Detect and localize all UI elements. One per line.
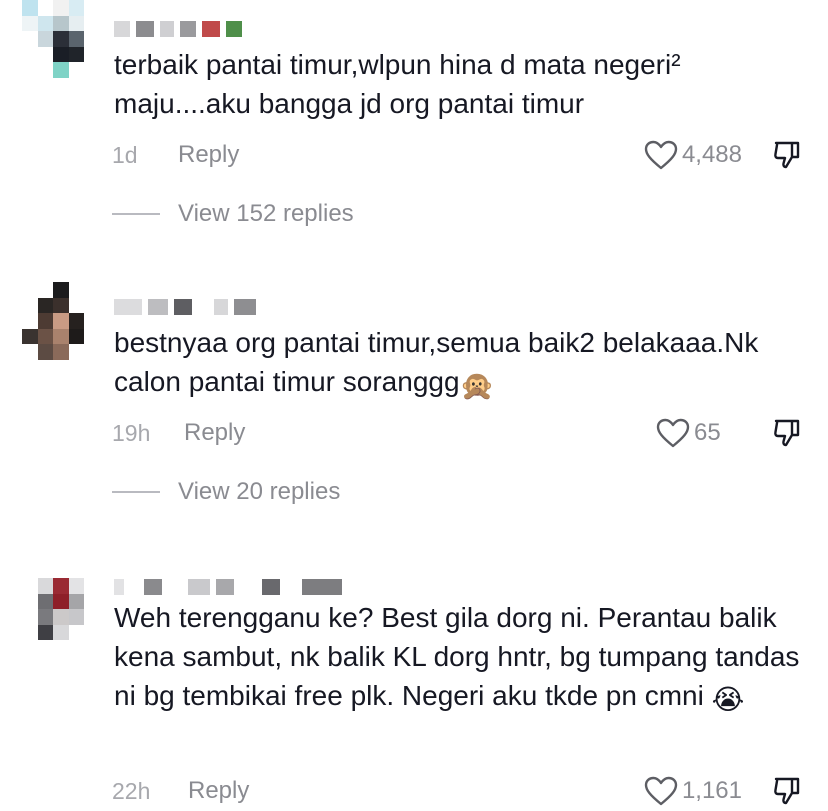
avatar[interactable] [22, 282, 100, 360]
like-controls: 1,161 [644, 776, 802, 806]
comment-meta: 1d Reply 4,488 [112, 137, 802, 173]
dislike-button[interactable] [772, 418, 802, 448]
timestamp: 1d [112, 141, 138, 168]
reply-button[interactable]: Reply [184, 419, 245, 447]
view-replies-button[interactable]: View 152 replies [112, 200, 354, 228]
comment-text: terbaik pantai timur,wlpun hina d mata n… [114, 49, 681, 119]
like-button[interactable]: 1,161 [644, 776, 742, 806]
avatar[interactable] [22, 0, 100, 78]
view-replies-button[interactable]: View 20 replies [112, 478, 340, 506]
divider [112, 213, 160, 215]
view-replies-label: View 20 replies [178, 478, 341, 505]
loudly-crying-face-emoji: 😭 [711, 684, 745, 715]
comment-text: Weh terengganu ke? Best gila dorg ni. Pe… [114, 598, 804, 719]
like-controls: 65 [656, 418, 802, 448]
like-count: 1,161 [681, 777, 742, 804]
thumbs-down-outline-icon [774, 777, 800, 805]
see-no-evil-monkey-emoji: 🙊 [459, 370, 495, 401]
timestamp: 22h [112, 777, 151, 804]
username-redacted[interactable] [114, 298, 256, 316]
heart-outline-icon [644, 140, 678, 170]
like-controls: 4,488 [644, 140, 802, 170]
dislike-button[interactable] [772, 140, 802, 170]
username-redacted[interactable] [114, 20, 242, 38]
reply-button[interactable]: Reply [178, 141, 239, 169]
dislike-button[interactable] [772, 776, 802, 806]
comment-text: bestnyaa org pantai timur,semua baik2 be… [114, 323, 804, 405]
reply-button[interactable]: Reply [188, 777, 249, 805]
timestamp: 19h [112, 419, 151, 446]
comment-meta: 19h Reply 65 [112, 415, 802, 451]
username-redacted[interactable] [114, 578, 342, 596]
heart-outline-icon [644, 776, 678, 806]
avatar[interactable] [22, 578, 100, 656]
thumbs-down-outline-icon [774, 419, 800, 447]
like-button[interactable]: 65 [656, 418, 722, 448]
like-count: 65 [694, 419, 721, 446]
heart-outline-icon [656, 418, 690, 448]
divider [112, 491, 160, 493]
view-replies-label: View 152 replies [178, 200, 354, 227]
like-button[interactable]: 4,488 [644, 140, 742, 170]
like-count: 4,488 [681, 141, 742, 168]
thumbs-down-outline-icon [774, 141, 800, 169]
comment-meta: 22h Reply 1,161 [112, 773, 802, 809]
